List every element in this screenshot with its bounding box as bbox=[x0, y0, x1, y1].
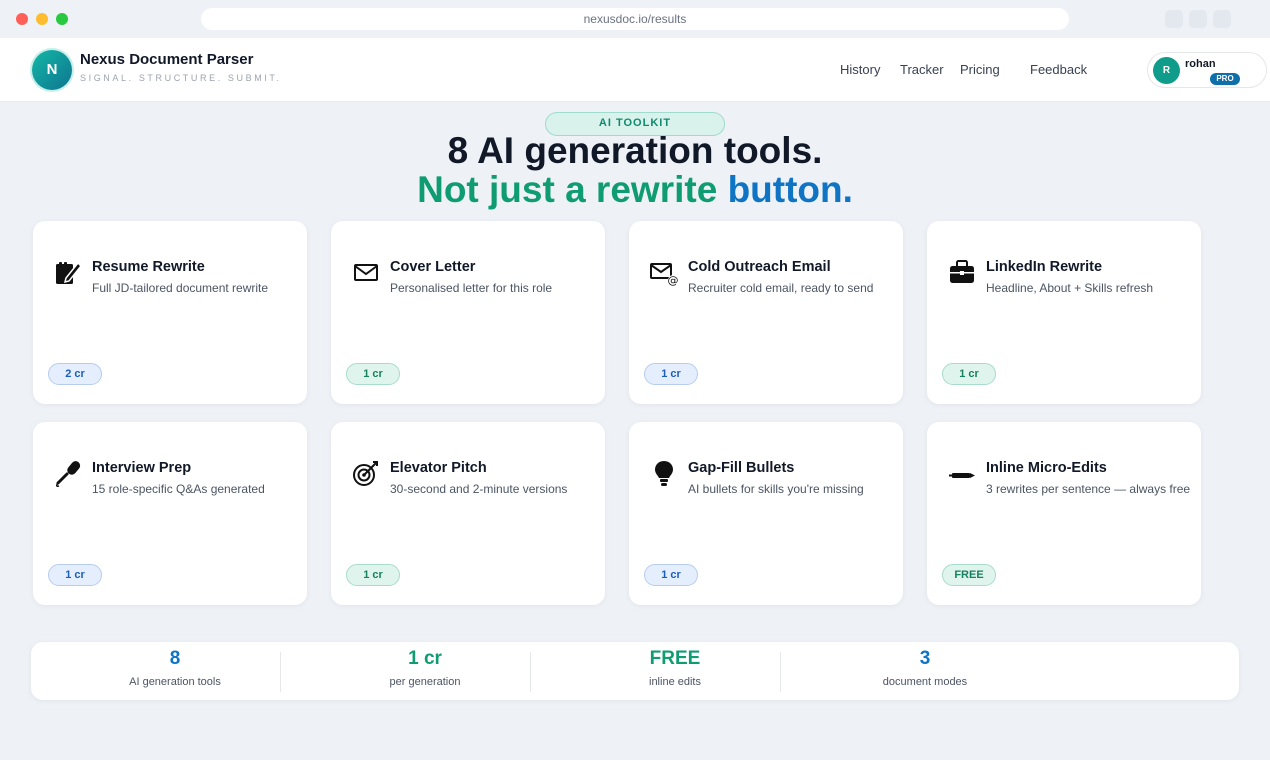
tool-title: Resume Rewrite bbox=[92, 259, 205, 275]
brand-name[interactable]: Nexus Document Parser bbox=[80, 51, 253, 68]
user-menu[interactable]: R rohan PRO bbox=[1147, 52, 1267, 88]
free-badge: FREE bbox=[942, 564, 996, 586]
credit-badge: 1 cr bbox=[346, 363, 400, 385]
tool-description: 3 rewrites per sentence — always free bbox=[986, 482, 1191, 496]
briefcase-icon bbox=[947, 257, 977, 287]
stat-divider bbox=[780, 652, 781, 692]
stat-value: FREE bbox=[649, 648, 701, 669]
stat-value: 8 bbox=[169, 648, 181, 669]
svg-text:@: @ bbox=[668, 274, 679, 287]
tool-card-elevator-pitch[interactable]: Elevator Pitch 30-second and 2-minute ve… bbox=[331, 422, 605, 605]
credit-badge: 1 cr bbox=[48, 564, 102, 586]
plan-badge: PRO bbox=[1210, 73, 1240, 85]
stat-inline-edits: FREE inline edits bbox=[550, 642, 800, 700]
minimize-window-button[interactable] bbox=[36, 13, 48, 25]
address-bar[interactable]: nexusdoc.io/results bbox=[201, 8, 1069, 30]
logo[interactable]: N bbox=[32, 50, 72, 90]
nav-history[interactable]: History bbox=[840, 62, 880, 77]
user-name: rohan bbox=[1185, 58, 1216, 70]
tool-description: Headline, About + Skills refresh bbox=[986, 281, 1154, 295]
tool-card-interview-prep[interactable]: Interview Prep 15 role-specific Q&As gen… bbox=[33, 422, 307, 605]
stat-label: per generation bbox=[389, 676, 461, 688]
stat-divider bbox=[530, 652, 531, 692]
credit-badge: 1 cr bbox=[942, 363, 996, 385]
tool-title: Cover Letter bbox=[390, 259, 476, 275]
tool-card-cold-outreach-email[interactable]: @ Cold Outreach Email Recruiter cold ema… bbox=[629, 221, 903, 404]
envelope-icon bbox=[351, 257, 381, 287]
tool-title: Interview Prep bbox=[92, 460, 192, 476]
subtitle-green-part: Not just a rewrite bbox=[417, 169, 718, 210]
tool-card-inline-micro-edits[interactable]: Inline Micro-Edits 3 rewrites per senten… bbox=[927, 422, 1201, 605]
nav-tracker[interactable]: Tracker bbox=[900, 62, 944, 77]
tool-title: Gap-Fill Bullets bbox=[688, 460, 795, 476]
stat-label: document modes bbox=[882, 676, 968, 688]
tool-title: LinkedIn Rewrite bbox=[986, 259, 1103, 275]
credit-badge: 2 cr bbox=[48, 363, 102, 385]
tool-card-linkedin-rewrite[interactable]: LinkedIn Rewrite Headline, About + Skill… bbox=[927, 221, 1201, 404]
page-subtitle: Not just a rewrite button. bbox=[0, 169, 1270, 211]
page-title: 8 AI generation tools. bbox=[447, 130, 823, 171]
tool-card-resume-rewrite[interactable]: Resume Rewrite Full JD-tailored document… bbox=[33, 221, 307, 404]
avatar: R bbox=[1153, 57, 1180, 84]
app-header: N Nexus Document Parser SIGNAL. STRUCTUR… bbox=[0, 38, 1270, 102]
tool-title: Cold Outreach Email bbox=[688, 259, 831, 275]
tool-description: 30-second and 2-minute versions bbox=[390, 482, 568, 496]
lightbulb-icon bbox=[649, 458, 679, 488]
credit-badge: 1 cr bbox=[644, 363, 698, 385]
tool-title: Elevator Pitch bbox=[390, 460, 487, 476]
stat-modes: 3 document modes bbox=[800, 642, 1050, 700]
close-window-button[interactable] bbox=[16, 13, 28, 25]
browser-chrome: nexusdoc.io/results bbox=[0, 0, 1270, 38]
nav-pricing[interactable]: Pricing bbox=[960, 62, 1000, 77]
email-at-icon: @ bbox=[649, 257, 679, 287]
memo-pencil-icon bbox=[53, 257, 83, 287]
subtitle-blue-part: button. bbox=[727, 169, 853, 210]
pen-icon bbox=[947, 458, 977, 488]
tool-description: Full JD-tailored document rewrite bbox=[92, 281, 269, 295]
tool-card-gap-fill-bullets[interactable]: Gap-Fill Bullets AI bullets for skills y… bbox=[629, 422, 903, 605]
stat-cost: 1 cr per generation bbox=[300, 642, 550, 700]
microphone-icon bbox=[53, 458, 83, 488]
extension-button[interactable] bbox=[1165, 10, 1183, 28]
tool-description: AI bullets for skills you're missing bbox=[688, 482, 864, 496]
target-icon bbox=[351, 458, 381, 488]
stat-label: inline edits bbox=[649, 676, 701, 688]
tool-card-cover-letter[interactable]: Cover Letter Personalised letter for thi… bbox=[331, 221, 605, 404]
credit-badge: 1 cr bbox=[346, 564, 400, 586]
extension-button[interactable] bbox=[1213, 10, 1231, 28]
tool-description: 15 role-specific Q&As generated bbox=[92, 482, 265, 496]
credit-badge: 1 cr bbox=[644, 564, 698, 586]
stat-tools: 8 AI generation tools bbox=[50, 642, 300, 700]
tool-description: Recruiter cold email, ready to send bbox=[688, 281, 874, 295]
stat-value: 3 bbox=[919, 648, 931, 669]
brand-tagline: SIGNAL. STRUCTURE. SUBMIT. bbox=[80, 73, 282, 83]
stat-divider bbox=[280, 652, 281, 692]
stats-bar: 8 AI generation tools 1 cr per generatio… bbox=[31, 642, 1239, 700]
maximize-window-button[interactable] bbox=[56, 13, 68, 25]
stat-value: 1 cr bbox=[408, 648, 442, 669]
stat-label: AI generation tools bbox=[129, 676, 221, 688]
extension-button[interactable] bbox=[1189, 10, 1207, 28]
tool-description: Personalised letter for this role bbox=[390, 281, 553, 295]
tool-title: Inline Micro-Edits bbox=[986, 460, 1107, 476]
nav-feedback[interactable]: Feedback bbox=[1030, 62, 1087, 77]
